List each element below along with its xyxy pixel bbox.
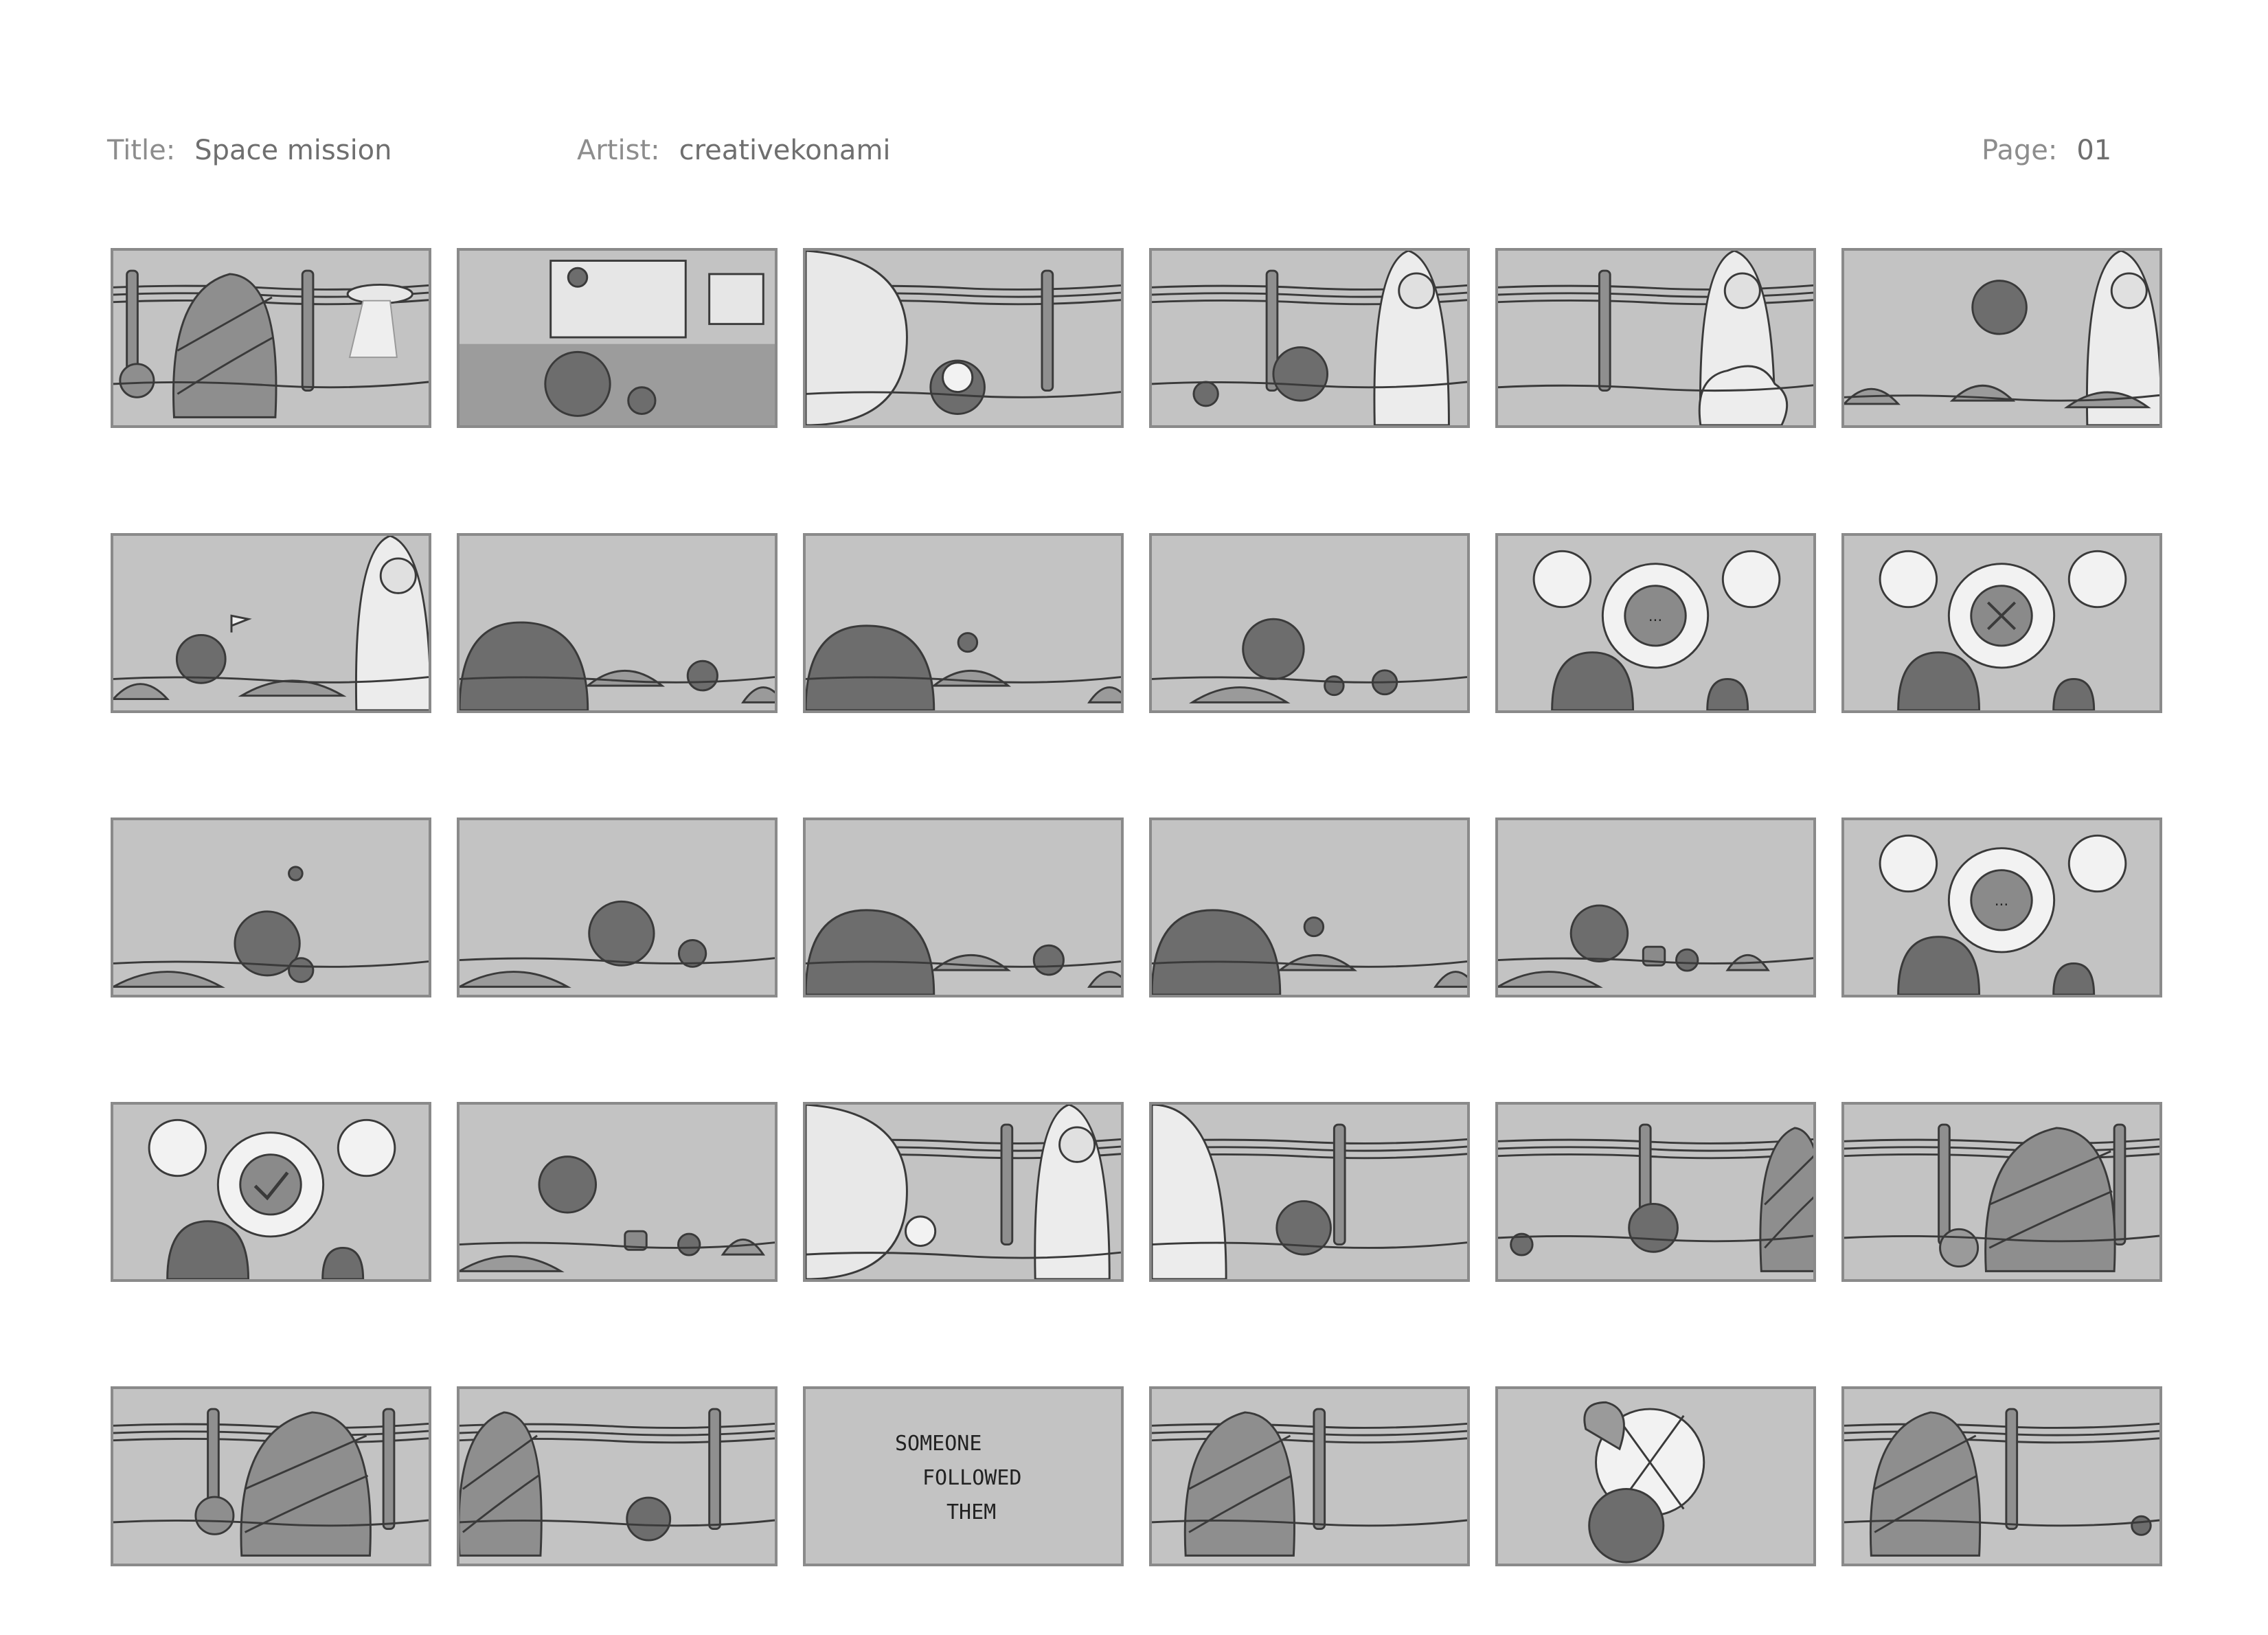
page-field: Page: 01 (1982, 135, 2111, 166)
storyboard-panel-6 (1841, 248, 2162, 428)
storyboard-panel-27: SOMEONE FOLLOWED THEM (803, 1386, 1124, 1566)
panel-sketch (1498, 904, 1813, 988)
panel-sketch (806, 624, 1121, 710)
panel-sketch (460, 1155, 775, 1272)
panel-sketch (1498, 251, 1813, 425)
storyboard-panel-9 (803, 533, 1124, 713)
storyboard-panel-23 (1495, 1102, 1816, 1282)
panel-sketch (113, 269, 429, 418)
page-number: 01 (2076, 135, 2112, 166)
storyboard-panel-17 (1495, 818, 1816, 997)
panel-sketch: ... (1879, 834, 2127, 995)
panel-sketch (1152, 909, 1467, 995)
storyboard-panel-13 (111, 818, 431, 997)
storyboard-panel-5 (1495, 248, 1816, 428)
storyboard-panel-4 (1149, 248, 1470, 428)
storyboard-panel-7 (111, 533, 431, 713)
caption-line: SOMEONE (895, 1432, 982, 1456)
panel-sketch (1152, 1105, 1467, 1279)
storyboard-panel-26 (457, 1386, 778, 1566)
panel-sketch (1879, 550, 2127, 710)
panel-sketch (806, 909, 1121, 995)
storyboard-panel-20 (457, 1102, 778, 1282)
artist-field: Artist: creativekonami (577, 135, 891, 166)
panel-sketch (113, 1408, 429, 1557)
panel-sketch (1498, 1123, 1813, 1272)
panel-sketch (1152, 1408, 1467, 1557)
storyboard-panel-2 (457, 248, 778, 428)
panel-sketch (1844, 1408, 2159, 1557)
panel-sketch (806, 1105, 1121, 1279)
artist-label: Artist: (577, 135, 660, 166)
storyboard-panel-14 (457, 818, 778, 997)
storyboard-panel-19 (111, 1102, 431, 1282)
storyboard-panel-8 (457, 533, 778, 713)
svg-text:...: ... (1648, 608, 1663, 625)
panel-sketch (460, 900, 775, 988)
caption-line: THEM (946, 1500, 997, 1524)
storyboard-panel-22 (1149, 1102, 1470, 1282)
storyboard-panel-1 (111, 248, 431, 428)
artist-value: creativekonami (679, 135, 891, 166)
panel-sketch (460, 1408, 775, 1557)
panel-caption: SOMEONE FOLLOWED THEM (806, 1389, 1121, 1564)
panel-sketch (806, 251, 1121, 425)
storyboard-grid: ...... SOMEONE FOLLOWED THEM (111, 248, 2164, 1566)
storyboard-panel-28 (1149, 1386, 1470, 1566)
title-label: Title: (107, 135, 176, 166)
page-label: Page: (1982, 135, 2058, 166)
storyboard-panel-25 (111, 1386, 431, 1566)
caption-line: FOLLOWED (922, 1466, 1022, 1490)
storyboard-panel-30 (1841, 1386, 2162, 1566)
panel-sketch (1844, 251, 2159, 425)
panel-sketch (1152, 618, 1467, 703)
panel-sketch (460, 260, 775, 425)
panel-sketch (460, 621, 775, 710)
title-field: Title: Space mission (107, 135, 392, 166)
title-value: Space mission (194, 135, 392, 166)
storyboard-panel-11: ... (1495, 533, 1816, 713)
svg-text:...: ... (1995, 892, 2009, 910)
panel-sketch (113, 866, 429, 988)
panel-sketch (1844, 1123, 2159, 1272)
storyboard-panel-18: ... (1841, 818, 2162, 997)
storyboard-panel-15 (803, 818, 1124, 997)
storyboard-panel-29 (1495, 1386, 1816, 1566)
storyboard-panel-12 (1841, 533, 2162, 713)
storyboard-panel-3 (803, 248, 1124, 428)
panel-sketch (148, 1118, 396, 1279)
panel-sketch (1152, 251, 1467, 425)
panel-sketch (113, 536, 429, 710)
storyboard-panel-16 (1149, 818, 1470, 997)
panel-sketch: ... (1532, 550, 1781, 710)
storyboard-panel-10 (1149, 533, 1470, 713)
panel-sketch (1583, 1401, 1705, 1564)
storyboard-header: Title: Space mission Artist: creativekonam… (0, 135, 2268, 176)
storyboard-panel-21 (803, 1102, 1124, 1282)
storyboard-panel-24 (1841, 1102, 2162, 1282)
